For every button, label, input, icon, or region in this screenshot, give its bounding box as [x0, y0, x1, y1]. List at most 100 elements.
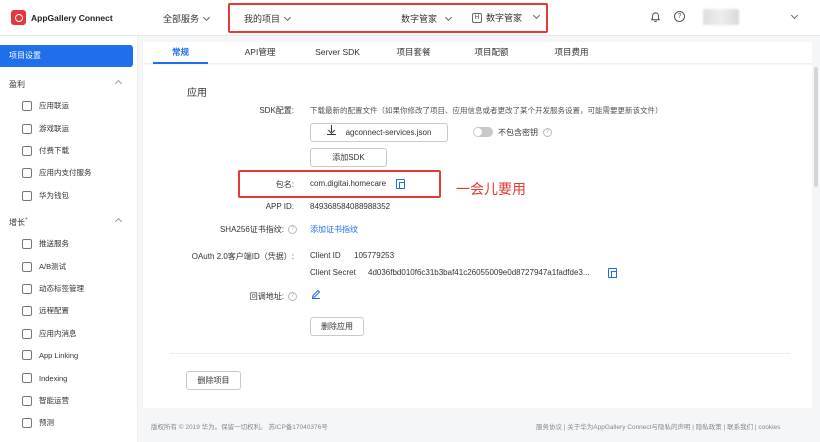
- download-config-button[interactable]: agconnect-services.json: [310, 123, 448, 142]
- tab-project-quota[interactable]: 项目配额: [464, 42, 519, 64]
- remote-config-icon: [22, 305, 32, 316]
- question-icon[interactable]: ?: [288, 292, 297, 301]
- client-secret-value: 4d036fbd010f6c31b3baf41c26055009e0d87279…: [368, 268, 590, 277]
- sidebar: 项目设置 盈利 应用联运 游戏联运 付费下载 应用内支付服务 华为钱包 增长* …: [0, 36, 138, 442]
- sidebar-item-label: 应用内支付服务: [39, 168, 92, 177]
- download-config-label: agconnect-services.json: [345, 128, 432, 137]
- indexing-icon: [22, 373, 32, 383]
- sidebar-item-label: 华为钱包: [39, 191, 69, 200]
- bell-icon[interactable]: [650, 11, 661, 23]
- sidebar-item-label: 智能运营: [39, 396, 69, 405]
- copy-icon[interactable]: [396, 179, 405, 189]
- ab-test-icon: [22, 261, 32, 272]
- in-app-message-icon: [22, 328, 32, 339]
- sidebar-item[interactable]: 应用联运: [22, 100, 69, 111]
- sidebar-item[interactable]: 预测: [22, 417, 54, 428]
- question-icon[interactable]: ?: [288, 225, 297, 234]
- chevron-up-icon: [114, 79, 123, 88]
- chevron-down-icon: [444, 13, 453, 22]
- sidebar-item[interactable]: 华为钱包: [22, 190, 69, 201]
- chevron-down-icon[interactable]: [790, 11, 799, 20]
- sidebar-item[interactable]: 远程配置: [22, 305, 69, 316]
- exclude-secret-label: 不包含密钥: [498, 128, 538, 137]
- prediction-icon: [22, 417, 32, 428]
- sidebar-group-grow[interactable]: 增长*: [9, 217, 123, 228]
- sidebar-group-monetize[interactable]: 盈利: [9, 79, 123, 90]
- sha256-label: SHA256证书指纹:: [219, 225, 284, 234]
- client-id-label: Client ID: [310, 251, 341, 260]
- platform-selector-label: 数字管家: [486, 13, 523, 23]
- package-name-label: 包名:: [275, 180, 294, 189]
- paid-download-icon: [22, 145, 32, 156]
- app-selector-label: 数字管家: [401, 14, 438, 24]
- add-sdk-button[interactable]: 添加SDK: [310, 148, 387, 167]
- tab-general[interactable]: 常规: [153, 42, 208, 64]
- wallet-icon: [22, 190, 32, 201]
- project-selector[interactable]: 我的项目: [244, 12, 292, 25]
- game-distribution-icon: [22, 123, 32, 134]
- app-selector[interactable]: 数字管家: [401, 12, 453, 25]
- chevron-up-icon: [114, 217, 123, 226]
- top-bar: AppGallery Connect 全部服务 我的项目 数字管家 H 数字管家 …: [0, 0, 820, 36]
- project-selector-label: 我的项目: [244, 14, 281, 24]
- exclude-secret-toggle[interactable]: [473, 127, 493, 137]
- smart-ops-icon: [22, 395, 32, 406]
- sidebar-item[interactable]: 游戏联运: [22, 123, 69, 134]
- sidebar-group-label: 盈利: [9, 80, 25, 89]
- question-icon[interactable]: ?: [543, 128, 552, 137]
- download-icon: [326, 125, 336, 136]
- all-services-label: 全部服务: [163, 14, 200, 24]
- delete-app-button[interactable]: 删除应用: [310, 317, 364, 336]
- sidebar-item-label: A/B测试: [39, 262, 67, 271]
- app-distribution-icon: [22, 100, 32, 111]
- scrollbar[interactable]: [814, 67, 818, 187]
- app-logo[interactable]: AppGallery Connect: [11, 10, 113, 25]
- footer-links[interactable]: 服务协议 | 关于华为AppGallery Connect与隐私的声明 | 隐私…: [536, 421, 780, 431]
- sidebar-item[interactable]: 智能运营: [22, 395, 69, 406]
- edit-icon[interactable]: [311, 289, 321, 299]
- user-avatar[interactable]: [703, 9, 739, 25]
- tab-server-sdk[interactable]: Server SDK: [305, 42, 370, 64]
- annotation-text: 一会儿要用: [456, 181, 526, 197]
- copy-icon[interactable]: [608, 268, 617, 278]
- chevron-down-icon: [532, 11, 541, 20]
- sidebar-item[interactable]: 应用内支付服务: [22, 167, 92, 178]
- app-id-value: 849368584088988352: [310, 202, 391, 211]
- all-services-menu[interactable]: 全部服务: [163, 12, 211, 25]
- sidebar-item-label: 远程配置: [39, 306, 69, 315]
- sidebar-item-label: 应用联运: [39, 101, 69, 110]
- client-id-value: 105779253: [354, 251, 395, 260]
- sidebar-item[interactable]: 推送服务: [22, 238, 69, 249]
- required-marker: *: [25, 217, 28, 224]
- sidebar-item-label: 动态标签管理: [39, 284, 84, 293]
- delete-project-button[interactable]: 删除项目: [186, 371, 241, 390]
- tab-project-cost[interactable]: 项目费用: [544, 42, 599, 64]
- sidebar-item[interactable]: App Linking: [22, 350, 78, 360]
- tab-project-package[interactable]: 项目套餐: [386, 42, 441, 64]
- callback-url-label: 回调地址:: [249, 292, 284, 301]
- sidebar-item[interactable]: 动态标签管理: [22, 283, 84, 294]
- add-cert-fingerprint-link[interactable]: 添加证书指纹: [310, 224, 358, 235]
- tab-api-management[interactable]: API管理: [230, 42, 290, 64]
- sidebar-item[interactable]: Indexing: [22, 373, 67, 383]
- harmony-platform-icon: H: [472, 12, 482, 23]
- sidebar-item-project-settings[interactable]: 项目设置: [0, 45, 133, 67]
- sidebar-item[interactable]: A/B测试: [22, 261, 66, 272]
- main-card: [143, 65, 812, 408]
- app-id-label: APP ID:: [265, 202, 294, 211]
- sidebar-item[interactable]: 应用内消息: [22, 328, 77, 339]
- tab-bar: 常规 API管理 Server SDK 项目套餐 项目配额 项目费用: [143, 42, 812, 64]
- sdk-config-label: SDK配置:: [259, 106, 294, 115]
- sidebar-item-label: 付费下载: [39, 146, 69, 155]
- appgallery-logo-icon: [11, 10, 26, 25]
- sidebar-item[interactable]: 付费下载: [22, 145, 69, 156]
- package-name-value: com.digitai.homecare: [310, 179, 387, 188]
- chevron-down-icon: [202, 13, 211, 22]
- iap-icon: [22, 167, 32, 178]
- section-title-app: 应用: [187, 88, 207, 99]
- push-icon: [22, 238, 32, 249]
- help-icon[interactable]: ?: [674, 11, 685, 22]
- sidebar-item-label: App Linking: [39, 350, 79, 360]
- platform-selector[interactable]: H 数字管家: [472, 11, 541, 24]
- sidebar-item-label: 游戏联运: [39, 124, 69, 133]
